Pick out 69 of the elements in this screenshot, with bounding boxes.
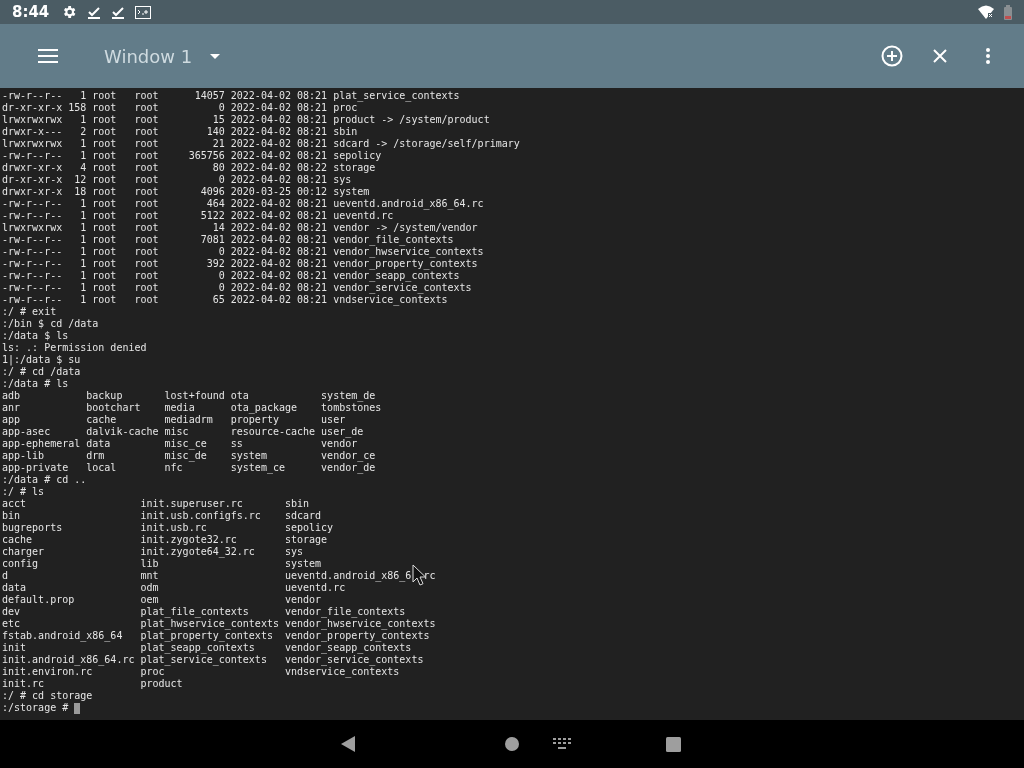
terminal-line: ls: .: Permission denied	[2, 342, 147, 354]
terminal-line: default.prop oem vendor	[2, 594, 322, 606]
wifi-icon	[978, 5, 994, 19]
terminal-line: dr-xr-xr-x 12 root root 0 2022-04-02 08:21 sys	[2, 174, 352, 186]
terminal-line: :/ # cd /data	[2, 366, 81, 378]
terminal-line: fstab.android_x86_64 plat_property_contexts vendor_property_contexts	[2, 630, 430, 642]
terminal-line: -rw-r--r-- 1 root root 392 2022-04-02 08:21 vendor_property_contexts	[2, 258, 478, 270]
terminal-line: dev plat_file_contexts vendor_file_contexts	[2, 606, 406, 618]
terminal-line: acct init.superuser.rc sbin	[2, 498, 310, 510]
terminal-line: drwxr-xr-x 18 root root 4096 2020-03-25 00:12 system	[2, 186, 370, 198]
mouse-pointer-icon	[412, 564, 427, 586]
terminal-line: dr-xr-xr-x 158 root root 0 2022-04-02 08:21 proc	[2, 102, 358, 114]
terminal-icon	[135, 5, 152, 19]
terminal-line: app-lib drm misc_de system vendor_ce	[2, 450, 376, 462]
terminal-line: -rw-r--r-- 1 root root 14057 2022-04-02 08:21 plat_service_contexts	[2, 90, 460, 102]
text-cursor	[74, 702, 81, 714]
check-icon	[111, 5, 126, 19]
terminal-line: :/bin $ cd /data	[2, 318, 99, 330]
terminal-line: data odm ueventd.rc	[2, 582, 346, 594]
terminal-line: :/ # exit	[2, 306, 57, 318]
terminal-line: d mnt ueventd.android_x86_6	[2, 570, 412, 582]
terminal-line: init.android_x86_64.rc plat_service_contexts vendor_service_contexts	[2, 654, 424, 666]
terminal-line: app cache mediadrm property user	[2, 414, 346, 426]
terminal-line: :/ # ls	[2, 486, 45, 498]
terminal-line: :/storage #	[2, 702, 69, 714]
terminal-line: :/ # cd storage	[2, 690, 93, 702]
clock: 8:44	[12, 3, 50, 21]
terminal-line: anr bootchart media ota_package tombstones	[2, 402, 382, 414]
terminal-line: drwxr-x--- 2 root root 140 2022-04-02 08:21 sbin	[2, 126, 358, 138]
terminal-line: lrwxrwxrwx 1 root root 21 2022-04-02 08:21 sdcard -> /storage/self/primary	[2, 138, 520, 150]
terminal-line: 1|:/data $ su	[2, 354, 81, 366]
keyboard-icon[interactable]	[553, 738, 571, 750]
terminal-line: rc	[423, 570, 436, 582]
terminal-line: -rw-r--r-- 1 root root 0 2022-04-02 08:21 vendor_seapp_contexts	[2, 270, 460, 282]
terminal-line: :/data # cd ..	[2, 474, 87, 486]
terminal-line: app-ephemeral data misc_ce ss vendor	[2, 438, 358, 450]
terminal-line: bugreports init.usb.rc sepolicy	[2, 522, 334, 534]
terminal-line: lrwxrwxrwx 1 root root 15 2022-04-02 08:21 product -> /system/product	[2, 114, 490, 126]
check-icon	[87, 5, 102, 19]
terminal-line: -rw-r--r-- 1 root root 464 2022-04-02 08:21 ueventd.android_x86_64.rc	[2, 198, 484, 210]
terminal-line: lrwxrwxrwx 1 root root 14 2022-04-02 08:21 vendor -> /system/vendor	[2, 222, 478, 234]
terminal-line: :/data $ ls	[2, 330, 69, 342]
terminal-line: charger init.zygote64_32.rc sys	[2, 546, 304, 558]
terminal-line: drwxr-xr-x 4 root root 80 2022-04-02 08:22 storage	[2, 162, 376, 174]
gear-icon	[61, 4, 78, 20]
terminal-line: adb backup lost+found ota system_de	[2, 390, 376, 402]
terminal-line: etc plat_hwservice_contexts vendor_hwservice_contexts	[2, 618, 436, 630]
terminal-line: -rw-r--r-- 1 root root 65 2022-04-02 08:21 vndservice_contexts	[2, 294, 448, 306]
terminal-line: config lib system	[2, 558, 322, 570]
terminal-line: -rw-r--r-- 1 root root 365756 2022-04-02 08:21 sepolicy	[2, 150, 382, 162]
back-icon[interactable]	[341, 736, 355, 752]
recents-icon[interactable]	[666, 736, 681, 752]
terminal-line: -rw-r--r-- 1 root root 0 2022-04-02 08:21 vendor_hwservice_contexts	[2, 246, 484, 258]
terminal-line: -rw-r--r-- 1 root root 5122 2022-04-02 08:21 ueventd.rc	[2, 210, 394, 222]
terminal-line: -rw-r--r-- 1 root root 7081 2022-04-02 08:21 vendor_file_contexts	[2, 234, 454, 246]
terminal-line: cache init.zygote32.rc storage	[2, 534, 328, 546]
window-title[interactable]: Window 1	[104, 45, 193, 67]
terminal-line: :/data # ls	[2, 378, 69, 390]
dropdown-caret-icon[interactable]	[210, 53, 221, 59]
terminal-line: init plat_seapp_contexts vendor_seapp_contexts	[2, 642, 412, 654]
terminal-line: app-asec dalvik-cache misc resource-cache user_de	[2, 426, 364, 438]
terminal-line: bin init.usb.configfs.rc sdcard	[2, 510, 322, 522]
terminal-line: init.rc product	[2, 678, 183, 690]
terminal[interactable]	[0, 88, 1024, 720]
terminal-line: -rw-r--r-- 1 root root 0 2022-04-02 08:21 vendor_service_contexts	[2, 282, 472, 294]
home-icon[interactable]	[505, 737, 519, 751]
terminal-line: init.environ.rc proc vndservice_contexts	[2, 666, 400, 678]
terminal-line: app-private local nfc system_ce vendor_de	[2, 462, 376, 474]
battery-icon	[1004, 4, 1012, 20]
